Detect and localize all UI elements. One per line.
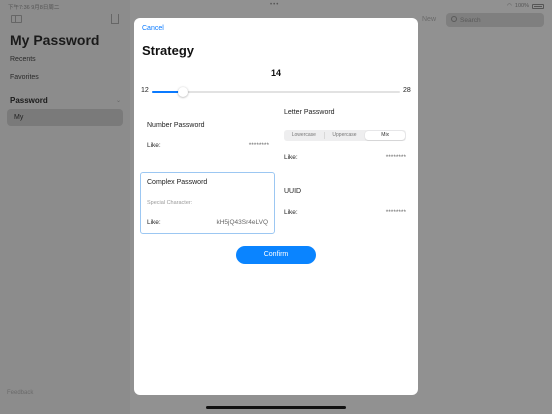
sidebar-item-my[interactable]: My: [7, 109, 123, 126]
multitasking-dots-icon[interactable]: •••: [270, 2, 279, 8]
battery-icon: [532, 3, 544, 9]
slider-min-label: 12: [141, 87, 149, 94]
like-value: ********: [385, 154, 406, 161]
segment-mix[interactable]: Mix: [365, 131, 406, 140]
uuid-card[interactable]: UUID Like: ********: [280, 182, 412, 222]
search-placeholder: Search: [460, 16, 481, 24]
like-value: ********: [248, 142, 269, 149]
letter-case-segmented-control[interactable]: Lowercase Uppercase Mix: [284, 130, 406, 141]
card-title: Complex Password: [147, 179, 208, 186]
sidebar-section-password[interactable]: Password: [10, 96, 48, 105]
like-label: Like:: [284, 154, 298, 161]
share-icon[interactable]: [111, 14, 119, 24]
like-value: kH5jQ43Sr4eLVQ: [216, 219, 268, 226]
sheet-title: Strategy: [142, 43, 195, 58]
sidebar-item-favorites[interactable]: Favorites: [10, 74, 39, 81]
search-field[interactable]: Search: [446, 13, 544, 27]
like-value: ********: [385, 209, 406, 216]
battery-percent: 100%: [514, 3, 529, 9]
search-icon: [451, 16, 457, 22]
like-label: Like:: [284, 209, 298, 216]
confirm-button[interactable]: Confirm: [236, 246, 316, 264]
chevron-down-icon[interactable]: ⌄: [116, 97, 121, 104]
status-bar: 下午7:36 9月8日周二 ••• ◠ 100%: [0, 0, 552, 12]
cancel-button[interactable]: Cancel: [142, 25, 164, 32]
wifi-icon: ◠: [507, 3, 512, 9]
number-password-card[interactable]: Number Password Like: ********: [140, 115, 275, 160]
status-time: 下午7:36 9月8日周二: [8, 5, 60, 11]
sidebar-title: My Password: [10, 32, 100, 48]
special-character-hint: Special Character:: [147, 200, 193, 206]
card-title: Letter Password: [284, 109, 335, 116]
sidebar: My Password Recents Favorites Password ⌄…: [0, 0, 130, 414]
length-value: 14: [270, 68, 281, 78]
slider-max-label: 28: [403, 87, 411, 94]
complex-password-card[interactable]: Complex Password Special Character: Like…: [140, 172, 275, 234]
card-title: UUID: [284, 188, 302, 195]
slider-thumb[interactable]: [178, 87, 188, 97]
strategy-sheet: Cancel Strategy 14 12 28 Number Password…: [134, 18, 418, 395]
segment-lowercase[interactable]: Lowercase: [284, 130, 324, 141]
sidebar-toggle-icon[interactable]: [11, 15, 22, 23]
length-slider[interactable]: [152, 87, 400, 97]
sidebar-item-feedback[interactable]: Feedback: [7, 390, 33, 396]
sidebar-item-label: My: [14, 114, 24, 121]
home-indicator[interactable]: [206, 406, 346, 409]
card-title: Number Password: [147, 122, 205, 129]
segment-uppercase[interactable]: Uppercase: [325, 130, 365, 141]
like-label: Like:: [147, 142, 161, 149]
new-button[interactable]: New: [422, 16, 436, 23]
like-label: Like:: [147, 219, 161, 226]
sidebar-item-recents[interactable]: Recents: [10, 56, 36, 63]
